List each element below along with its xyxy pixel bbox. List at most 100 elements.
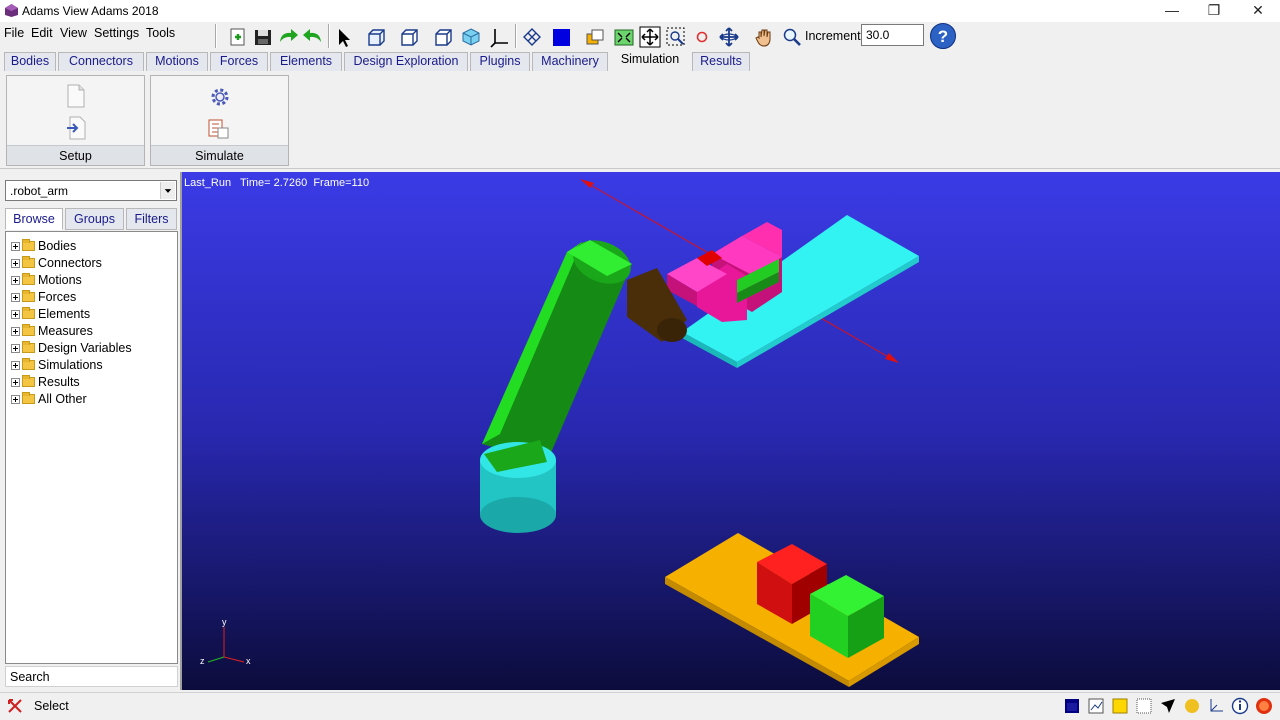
axis-x-label: x [246,656,251,666]
tree-label: Measures [38,324,93,338]
chevron-down-icon[interactable] [160,182,175,199]
coordinate-icon[interactable] [1207,697,1225,715]
center-icon[interactable] [665,26,687,48]
expand-icon[interactable] [11,309,20,319]
help-icon[interactable]: ? [928,22,958,50]
help-label: ? [938,27,948,46]
robot-arm-link [482,240,632,462]
expand-icon[interactable] [11,292,20,302]
menu-tools[interactable]: Tools [146,26,175,40]
new-model-icon[interactable] [227,26,249,48]
tree-label: Motions [38,273,82,287]
expand-icon[interactable] [11,377,20,387]
plot-icon[interactable] [1087,697,1105,715]
arrow-tool-icon[interactable] [1159,697,1177,715]
tab-design-exploration[interactable]: Design Exploration [344,52,468,71]
expand-icon[interactable] [11,360,20,370]
search-input[interactable]: Search [5,666,178,687]
tab-elements[interactable]: Elements [270,52,342,71]
copy-view-icon[interactable] [584,26,606,48]
model-dropdown[interactable]: .robot_arm [5,180,177,201]
expand-icon[interactable] [11,343,20,353]
tree-item-results[interactable]: Results [11,374,80,390]
simulate-label: Simulate [151,145,288,165]
folder-icon [22,239,35,251]
menu-file[interactable]: File [4,26,24,40]
front-view-icon[interactable] [365,26,387,48]
scene-3d: y x z [200,179,919,687]
tab-filters[interactable]: Filters [126,208,177,230]
window-icon[interactable] [1063,697,1081,715]
ribbon-tabs: Bodies Connectors Motions Forces Element… [0,50,1280,71]
expand-icon[interactable] [11,326,20,336]
select-tool-icon[interactable] [6,697,24,715]
setup-group[interactable]: Setup [6,75,145,166]
save-icon[interactable] [252,26,274,48]
tree-item-simulations[interactable]: Simulations [11,357,103,373]
stop-icon[interactable] [1255,697,1273,715]
zoom-icon[interactable] [781,26,803,48]
tree-item-motions[interactable]: Motions [11,272,82,288]
menu-edit[interactable]: Edit [31,26,53,40]
info-icon[interactable] [1231,697,1249,715]
side-view-icon[interactable] [398,26,420,48]
tab-bodies[interactable]: Bodies [4,52,56,71]
tab-browse[interactable]: Browse [5,208,63,230]
increment-input[interactable] [861,24,924,46]
tab-simulation[interactable]: Simulation [610,50,690,71]
expand-icon[interactable] [11,241,20,251]
tree-item-design-variables[interactable]: Design Variables [11,340,132,356]
tab-groups[interactable]: Groups [65,208,124,230]
tab-results[interactable]: Results [692,52,750,71]
rotate-icon[interactable] [691,26,713,48]
select-arrow-icon[interactable] [333,26,355,48]
setup-label: Setup [7,145,144,165]
expand-icon[interactable] [11,394,20,404]
tree-item-connectors[interactable]: Connectors [11,255,102,271]
simulation-table-icon [208,119,229,139]
toolbar-separator [328,24,330,48]
model-name: .robot_arm [10,184,69,198]
tree-label: Elements [38,307,91,321]
axis-y-label: y [222,617,227,627]
light-icon[interactable] [1183,697,1201,715]
undo-icon[interactable] [302,26,324,48]
close-button[interactable]: ✕ [1236,0,1280,22]
search-placeholder: Search [10,670,50,684]
tree-label: Results [38,375,80,389]
tab-machinery[interactable]: Machinery [532,52,608,71]
tab-motions[interactable]: Motions [146,52,208,71]
maximize-button[interactable]: ❐ [1192,0,1236,22]
simulate-group[interactable]: Simulate [150,75,289,166]
expand-icon[interactable] [11,275,20,285]
note-icon[interactable] [1111,697,1129,715]
tab-connectors[interactable]: Connectors [58,52,144,71]
zoom-box-icon[interactable] [639,26,661,48]
minimize-button[interactable]: — [1150,0,1194,22]
pan-icon[interactable] [718,26,740,48]
zoom-fit-icon[interactable] [613,26,635,48]
graphics-viewport[interactable]: Last_Run Time= 2.7260 Frame=110 y x z [182,172,1280,690]
redo-icon[interactable] [277,26,299,48]
tab-plugins[interactable]: Plugins [470,52,530,71]
tree-item-forces[interactable]: Forces [11,289,76,305]
tab-forces[interactable]: Forces [210,52,268,71]
menu-settings[interactable]: Settings [94,26,139,40]
tree-item-all-other[interactable]: All Other [11,391,87,407]
shaded-mode-icon[interactable] [551,26,573,48]
model-browser: .robot_arm Browse Groups Filters Bodies … [0,172,182,690]
expand-icon[interactable] [11,258,20,268]
import-icon [67,116,86,140]
render-mode-icon[interactable] [521,26,543,48]
tree-item-bodies[interactable]: Bodies [11,238,76,254]
hand-icon[interactable] [753,26,775,48]
axis-triad-icon[interactable] [488,26,510,48]
tree-item-measures[interactable]: Measures [11,323,93,339]
menu-view[interactable]: View [60,26,87,40]
grid-icon[interactable] [1135,697,1153,715]
tree-item-elements[interactable]: Elements [11,306,90,322]
tree-label: Bodies [38,239,77,253]
folder-icon [22,256,35,268]
top-view-icon[interactable] [432,26,454,48]
iso-view-icon[interactable] [460,26,482,48]
